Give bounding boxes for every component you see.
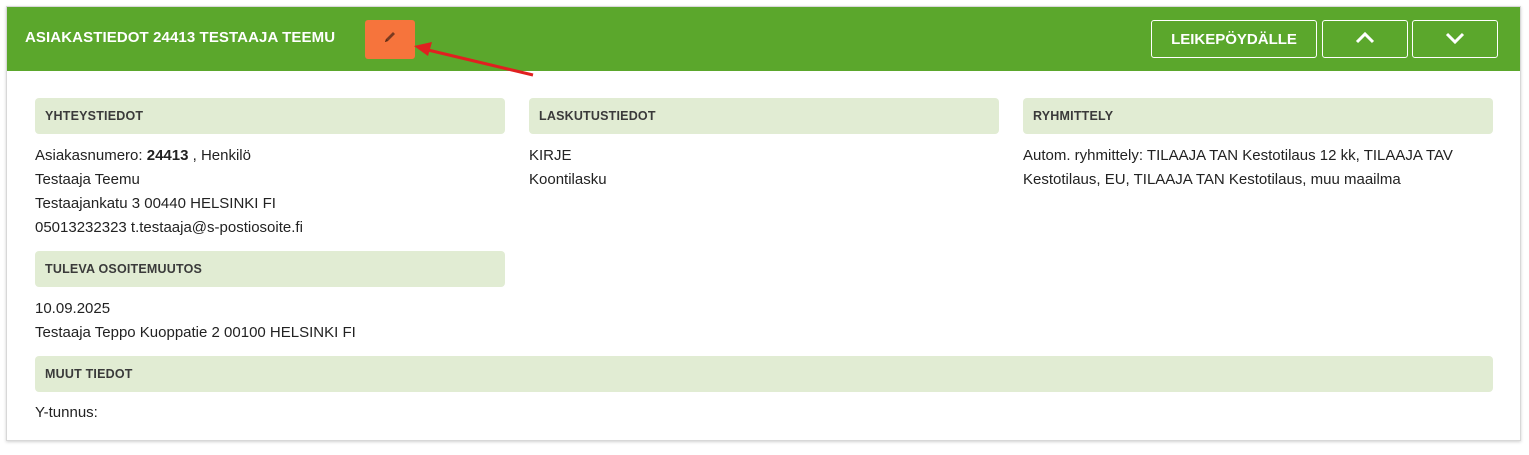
customer-phone-email: 05013232323 t.testaaja@s-postiosoite.fi bbox=[35, 219, 303, 236]
grouping-line: Autom. ryhmittely: TILAAJA TAN Kestotila… bbox=[1023, 147, 1453, 164]
copy-to-clipboard-button[interactable]: LEIKEPÖYDÄLLE bbox=[1151, 20, 1317, 58]
chevron-up-icon bbox=[1355, 31, 1375, 48]
customer-type: , Henkilö bbox=[192, 147, 251, 164]
address-change-new-address: Testaaja Teppo Kuoppatie 2 00100 HELSINK… bbox=[35, 324, 356, 341]
customer-info-panel: ASIAKASTIEDOT 24413 TESTAAJA TEEMU LEIKE… bbox=[6, 6, 1521, 441]
address-change-date: 10.09.2025 bbox=[35, 300, 111, 317]
business-id-label: Y-tunnus: bbox=[35, 404, 98, 421]
billing-line: KIRJE bbox=[529, 147, 572, 164]
panel-header: ASIAKASTIEDOT 24413 TESTAAJA TEEMU LEIKE… bbox=[7, 7, 1520, 71]
address-change-heading: TULEVA OSOITEMUUTOS bbox=[35, 251, 505, 287]
billing-line: Koontilasku bbox=[529, 171, 607, 188]
customer-number: 24413 bbox=[146, 147, 189, 164]
panel-title: ASIAKASTIEDOT 24413 TESTAAJA TEEMU bbox=[25, 29, 336, 46]
collapse-up-button[interactable] bbox=[1322, 20, 1408, 58]
pencil-icon bbox=[383, 30, 397, 49]
chevron-down-icon bbox=[1445, 31, 1465, 48]
customer-address: Testaajankatu 3 00440 HELSINKI FI bbox=[35, 195, 276, 212]
contact-section-heading: YHTEYSTIEDOT bbox=[35, 98, 505, 134]
customer-name: Testaaja Teemu bbox=[35, 171, 140, 188]
billing-section-heading: LASKUTUSTIEDOT bbox=[529, 98, 999, 134]
customer-number-line: Asiakasnumero: 24413 , Henkilö bbox=[35, 144, 251, 168]
grouping-line: Kestotilaus, EU, TILAAJA TAN Kestotilaus… bbox=[1023, 171, 1401, 188]
expand-down-button[interactable] bbox=[1412, 20, 1498, 58]
grouping-section-heading: RYHMITTELY bbox=[1023, 98, 1493, 134]
customer-number-label: Asiakasnumero: bbox=[35, 147, 143, 164]
edit-button[interactable] bbox=[365, 20, 415, 59]
other-info-heading: MUUT TIEDOT bbox=[35, 356, 1493, 392]
